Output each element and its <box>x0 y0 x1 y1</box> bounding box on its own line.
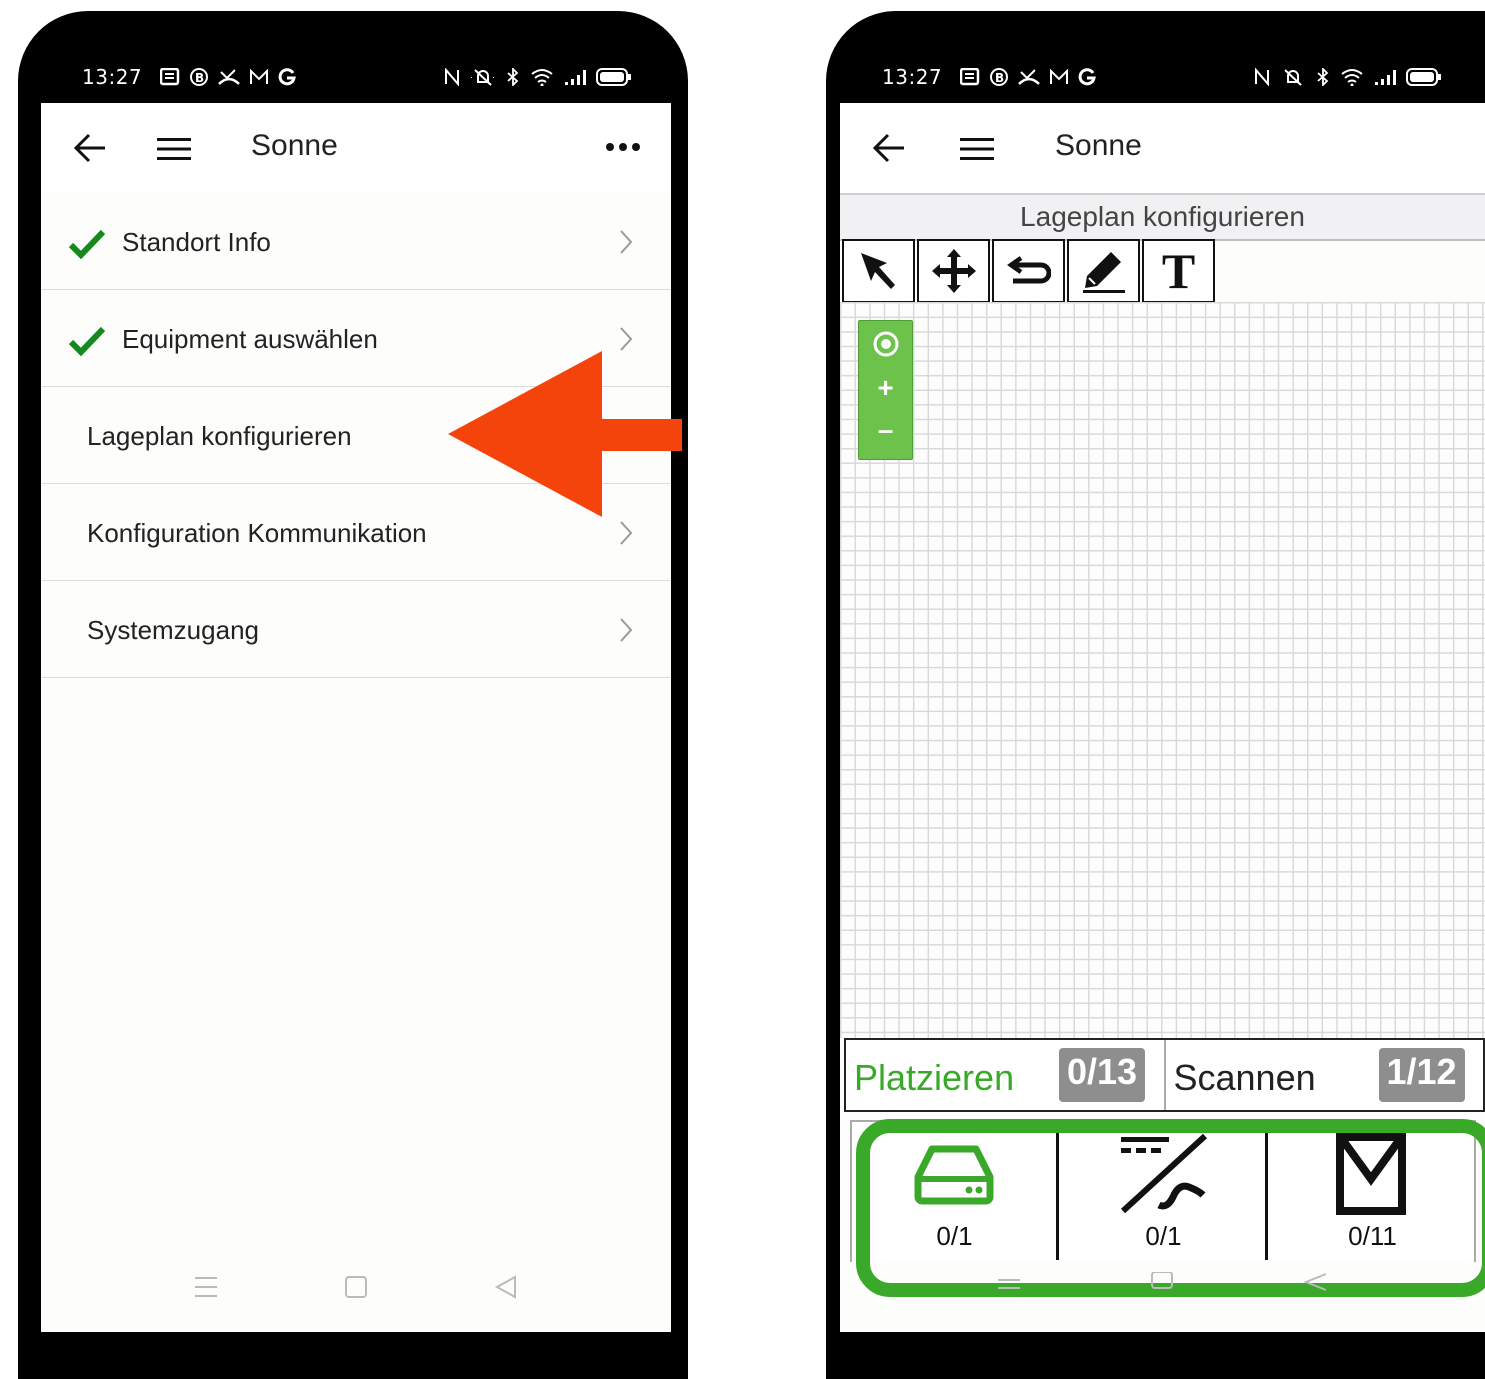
status-bar-right: 13:27 B <box>882 57 1442 97</box>
svg-text:B: B <box>195 71 204 85</box>
tab-label: Platzieren <box>854 1057 1015 1098</box>
highlight-frame <box>856 1119 1485 1297</box>
screen-left: Sonne Standort Info Equipment auswählen … <box>41 103 671 1332</box>
select-arrow-icon <box>860 253 895 289</box>
recent-apps-icon[interactable] <box>195 1277 217 1297</box>
home-icon[interactable] <box>345 1276 367 1298</box>
call-missed-icon <box>218 69 241 85</box>
zoom-in-button[interactable]: + <box>859 367 912 409</box>
bluetooth-icon <box>1317 68 1329 86</box>
list-item-label: Standort Info <box>122 227 271 257</box>
count-badge: 0/13 <box>1059 1048 1146 1102</box>
google-icon <box>1078 68 1096 86</box>
nav-back-icon[interactable] <box>494 1275 516 1299</box>
locate-button[interactable] <box>859 323 912 365</box>
list-item-label: Systemzugang <box>87 615 259 645</box>
app-bar: Sonne <box>840 103 1485 193</box>
system-nav-bar <box>195 1275 516 1299</box>
home-icon[interactable] <box>1151 1272 1173 1289</box>
list-item-label: Konfiguration Kommunikation <box>87 518 427 548</box>
b-circle-icon: B <box>990 68 1009 86</box>
list-item-standort-info[interactable]: Standort Info <box>41 193 671 290</box>
call-missed-icon <box>1018 69 1041 85</box>
wifi-icon <box>1341 69 1363 86</box>
page-title: Sonne <box>251 129 338 162</box>
svg-text:·: · <box>492 72 495 82</box>
checkmark-icon <box>69 229 105 259</box>
undo-tool-button[interactable] <box>992 239 1065 303</box>
undo-icon <box>1006 256 1051 284</box>
checkmark-icon <box>69 326 105 356</box>
drawing-toolbar: T <box>842 239 1217 303</box>
pen-icon <box>1082 252 1125 293</box>
status-time: 13:27 <box>882 65 943 89</box>
text-icon: T <box>1161 243 1196 299</box>
page-title: Sonne <box>1055 129 1142 162</box>
nfc-icon <box>1255 68 1269 86</box>
select-tool-button[interactable] <box>842 239 915 303</box>
tab-scannen[interactable]: Scannen 1/12 <box>1163 1040 1484 1110</box>
mail-icon <box>1050 69 1069 84</box>
battery-icon <box>1406 68 1441 86</box>
system-nav-bar <box>998 1272 1327 1291</box>
wifi-icon <box>531 69 553 86</box>
signal-icon <box>565 70 586 85</box>
more-options-icon[interactable] <box>605 141 641 153</box>
back-arrow-icon[interactable] <box>872 132 906 164</box>
bluetooth-icon <box>507 68 519 86</box>
notes-icon <box>160 68 180 86</box>
mail-icon <box>250 69 269 84</box>
battery-icon <box>596 68 631 86</box>
status-time: 13:27 <box>82 65 143 89</box>
move-tool-button[interactable] <box>917 239 990 303</box>
mute-icon <box>1284 69 1302 86</box>
locate-icon <box>873 331 898 357</box>
hamburger-menu-icon[interactable] <box>157 137 191 161</box>
site-plan-canvas[interactable] <box>840 302 1485 1038</box>
count-badge: 1/12 <box>1378 1048 1465 1102</box>
nav-back-icon[interactable] <box>1303 1273 1327 1291</box>
signal-icon <box>1375 70 1396 85</box>
mute-icon: · · <box>470 69 495 86</box>
section-header: Lageplan konfigurieren <box>840 193 1485 241</box>
zoom-out-button[interactable]: – <box>859 409 912 451</box>
back-arrow-icon[interactable] <box>73 132 107 164</box>
notes-icon <box>960 68 980 86</box>
chevron-right-icon <box>620 327 633 351</box>
recent-apps-icon[interactable] <box>998 1279 1020 1289</box>
callout-arrow <box>448 351 682 517</box>
screen-right: Sonne Lageplan konfigurieren T + – Platz… <box>840 103 1485 1332</box>
list-item-label: Lageplan konfigurieren <box>87 421 352 451</box>
chevron-right-icon <box>620 521 633 545</box>
hamburger-menu-icon[interactable] <box>960 137 994 161</box>
zoom-controls: + – <box>858 320 913 460</box>
chevron-right-icon <box>620 618 633 642</box>
b-circle-icon: B <box>190 68 209 86</box>
text-tool-button[interactable]: T <box>1142 239 1215 303</box>
status-bar-left: 13:27 B · · <box>82 57 632 97</box>
app-bar: Sonne <box>41 103 671 195</box>
svg-text:·: · <box>470 72 473 82</box>
tab-platzieren[interactable]: Platzieren 0/13 <box>846 1040 1164 1110</box>
svg-text:B: B <box>995 71 1004 85</box>
nfc-icon <box>445 68 459 86</box>
list-item-systemzugang[interactable]: Systemzugang <box>41 581 671 678</box>
placement-tabs: Platzieren 0/13 Scannen 1/12 <box>844 1038 1485 1112</box>
chevron-right-icon <box>620 230 633 254</box>
google-icon <box>278 68 296 86</box>
move-icon <box>931 249 976 293</box>
tab-label: Scannen <box>1173 1057 1316 1098</box>
list-item-label: Equipment auswählen <box>122 324 378 354</box>
pen-tool-button[interactable] <box>1067 239 1140 303</box>
